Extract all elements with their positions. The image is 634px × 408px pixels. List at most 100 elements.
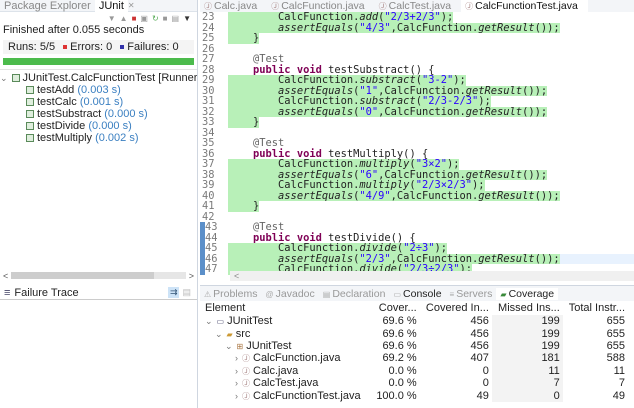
java-file-icon: Ⓙ [378,2,387,11]
code-token: ,CalcFunction. [378,105,466,118]
coverage-panel: ⚠ Problems @ Javadoc ▤ Declaration ▭ Console ≡ Se… [200,285,634,408]
view-menu-icon[interactable]: ▼ [183,14,191,23]
tab-junit[interactable]: JUnit [94,0,128,12]
coverage-row[interactable]: › Ⓙ CalcTest.java 0.0 % 0 7 7 [202,376,628,390]
code-token: getResult [478,21,535,34]
filter-stack-icon[interactable]: ⇉ [167,287,180,298]
test-name: testCalc [37,96,77,108]
compare-icon[interactable]: ▤ [182,287,191,298]
tab-label: Javadoc [275,287,315,300]
editor-tab[interactable]: Ⓙ CalcFunctionTest.java [461,0,588,12]
test-row[interactable]: testMultiply (0.002 s) [0,132,197,144]
next-failure-icon[interactable]: ▼ [108,14,116,23]
element-name: src [235,327,251,340]
code-token: assertEquals [278,21,354,34]
coverage-row[interactable]: ⌄ ▭ JUnitTest 69.6 % 456 199 655 [202,315,628,328]
errors-value: 0 [106,41,113,53]
cell-total: 655 [606,327,625,340]
error-icon [63,45,68,50]
tab-servers[interactable]: ≡ Servers [446,288,497,300]
coverage-row[interactable]: ⌄ ▰ src 69.6 % 456 199 655 [202,327,628,340]
close-icon[interactable]: ✕ [128,1,135,10]
column-header[interactable]: Cover... [371,301,420,315]
chevron-down-icon[interactable]: ⌄ [225,341,233,351]
tab-coverage[interactable]: ▰ Coverage [496,287,559,300]
servers-icon: ≡ [449,289,455,299]
test-pass-icon [26,110,34,118]
cell-cov: 69.6 % [382,327,417,340]
node-icon: ⊞ [236,341,244,351]
tab-package-explorer[interactable]: Package Explorer [0,0,95,12]
test-time: (0.002 s) [95,132,139,144]
cell-total: 49 [612,389,625,402]
column-header[interactable]: Total Instr... [563,301,628,315]
code-token: assertEquals [278,105,354,118]
test-row[interactable]: testDivide (0.000 s) [0,120,197,132]
cell-missed: 11 [491,364,563,377]
element-cell: ⌄ ▭ JUnitTest [202,315,371,327]
tab-label: Servers [456,287,493,300]
column-header[interactable]: Missed Ins... [492,301,563,315]
coverage-row[interactable]: ⌄ ⊞ JUnitTest 69.6 % 456 199 655 [202,339,628,353]
cell-cov: 100.0 % [376,389,417,402]
cell-covered: 456 [470,339,489,352]
scroll-left-icon[interactable]: < [3,271,8,281]
scroll-lock-icon[interactable]: ▣ [140,14,148,23]
tab-label: Declaration [332,287,386,300]
scroll-right-icon[interactable]: > [189,271,194,281]
tab-declaration[interactable]: ▤ Declaration [319,288,390,300]
tab-javadoc[interactable]: @ Javadoc [262,288,319,300]
rerun-icon[interactable]: ↻ [152,14,159,23]
coverage-row[interactable]: › Ⓙ CalcFunctionTest.java 100.0 % 49 0 49 [202,389,628,402]
chevron-right-icon[interactable]: › [235,391,238,401]
test-row[interactable]: testCalc (0.001 s) [0,96,197,108]
editor-hscrollbar[interactable]: < [230,271,634,281]
java-file-icon: Ⓙ [271,2,280,11]
failure-trace-label: Failure Trace [14,286,79,299]
scroll-thumb[interactable] [11,272,186,279]
code-token: assertEquals [278,189,354,202]
chevron-down-icon[interactable]: ⌄ [215,329,223,339]
cell-covered: 407 [470,352,489,365]
cell-missed: 0 [491,389,563,402]
prev-failure-icon[interactable]: ▲ [120,14,128,23]
code-text: assertEquals("4/3",CalcFunction.getResul… [228,21,634,34]
left-tabbar: Package Explorer JUnit ✕ [0,0,197,12]
chevron-down-icon[interactable]: ⌄ [0,73,8,83]
chevron-right-icon[interactable]: › [235,353,238,363]
test-row[interactable]: testSubstract (0.000 s) [0,108,197,120]
code-line: 25 } [200,33,634,44]
coverage-row[interactable]: › Ⓙ Calc.java 0.0 % 0 11 11 [202,364,628,377]
code-text: } [228,201,634,212]
show-failures-icon[interactable]: ■ [132,14,137,23]
stop-icon[interactable]: ■ [163,14,168,23]
tab-label: Coverage [508,287,555,300]
code-area[interactable]: 23 CalcFunction.add("2/3+2/3"); 24 assert… [200,12,634,275]
cell-total: 11 [613,364,625,377]
column-header[interactable]: Element [202,301,371,315]
tab-console[interactable]: ▭ Console [389,288,445,300]
chevron-right-icon[interactable]: › [235,378,238,388]
chevron-down-icon[interactable]: ⌄ [205,316,213,326]
element-name: CalcTest.java [253,377,319,390]
tab-problems[interactable]: ⚠ Problems [200,288,262,300]
java-file-icon: Ⓙ [204,2,212,11]
cell-missed: 199 [491,339,563,353]
column-header[interactable]: Covered In... [420,301,492,315]
code-editor[interactable]: Ⓙ Calc.java Ⓙ CalcFunction.java Ⓙ CalcTest.ja… [200,0,634,282]
coverage-row[interactable]: › Ⓙ CalcFunction.java 69.2 % 407 181 588 [202,352,628,365]
element-name: CalcFunctionTest.java [253,389,361,402]
history-icon[interactable]: ▤ [172,14,180,23]
element-cell: › Ⓙ Calc.java [202,365,371,377]
line-number: 29 [202,74,215,86]
test-row[interactable]: testAdd (0.003 s) [0,84,197,96]
element-name: JUnitTest [227,315,273,328]
chevron-right-icon[interactable]: › [235,366,238,376]
horizontal-scrollbar[interactable]: < > [3,271,194,281]
code-token: ()); [534,189,560,202]
suite-row[interactable]: ⌄ JUnitTest.CalcFunctionTest [Runner: JUn… [0,72,197,84]
cell-cov: 0.0 % [388,377,417,390]
cell-missed: 181 [491,352,563,365]
